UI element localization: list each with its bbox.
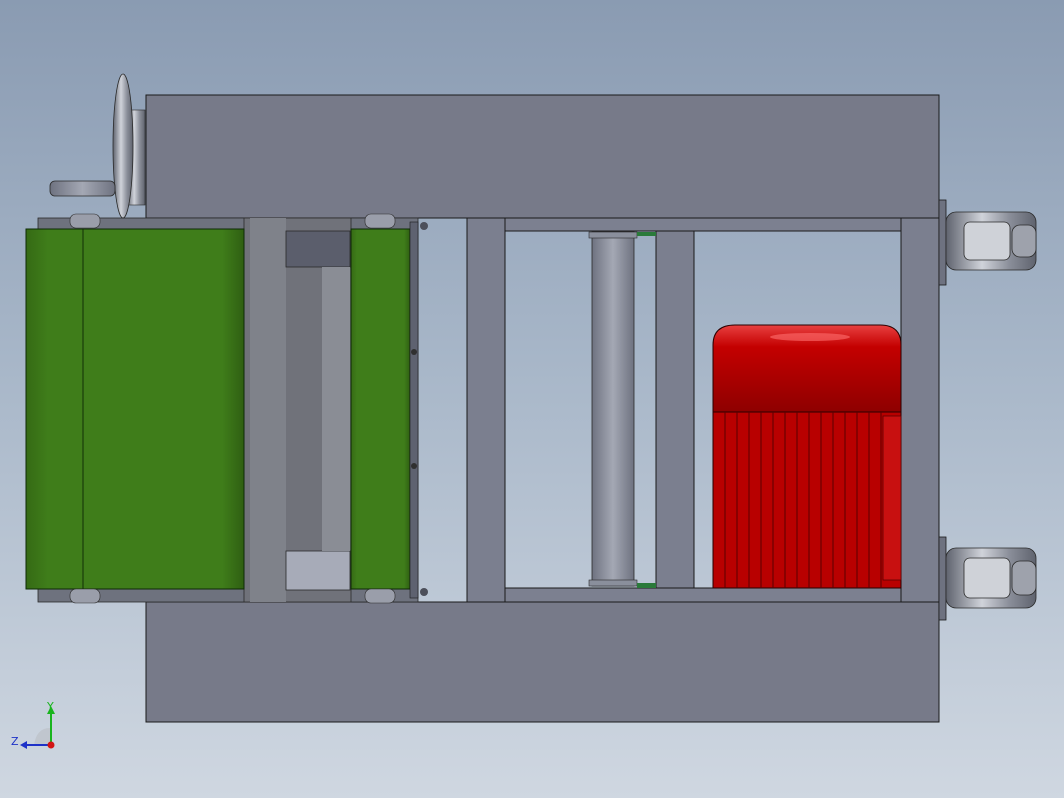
bottom-plate[interactable] [145,601,940,723]
z-arrow-icon [20,741,27,749]
upright-2[interactable] [655,230,695,589]
triad-y-label: Y [46,700,54,713]
cad-model-view[interactable]: Y Z [0,0,1064,798]
mount-top-right[interactable] [945,211,1037,271]
upright-1[interactable] [466,217,506,603]
triad-origin-icon [47,741,55,749]
mount-bottom-right[interactable] [945,547,1037,609]
flange-top-right[interactable] [938,199,947,286]
graphics-viewport[interactable]: Y Z [0,0,1064,798]
conveyor-belt-roller[interactable] [350,228,411,590]
flange-bottom-right[interactable] [938,536,947,621]
idle-shaft[interactable] [588,231,656,588]
bottom-rail[interactable] [504,587,902,603]
triad-plane-icon [34,728,50,746]
top-rail[interactable] [504,217,902,232]
electric-motor[interactable] [712,324,902,589]
belt-assembly[interactable] [25,213,428,604]
hand-wheel[interactable] [49,73,146,219]
top-plate[interactable] [145,94,940,219]
triad-z-label: Z [11,735,19,748]
upright-3[interactable] [900,217,940,603]
reference-triad: Y Z [11,700,55,749]
conveyor-belt-main[interactable] [25,228,245,590]
